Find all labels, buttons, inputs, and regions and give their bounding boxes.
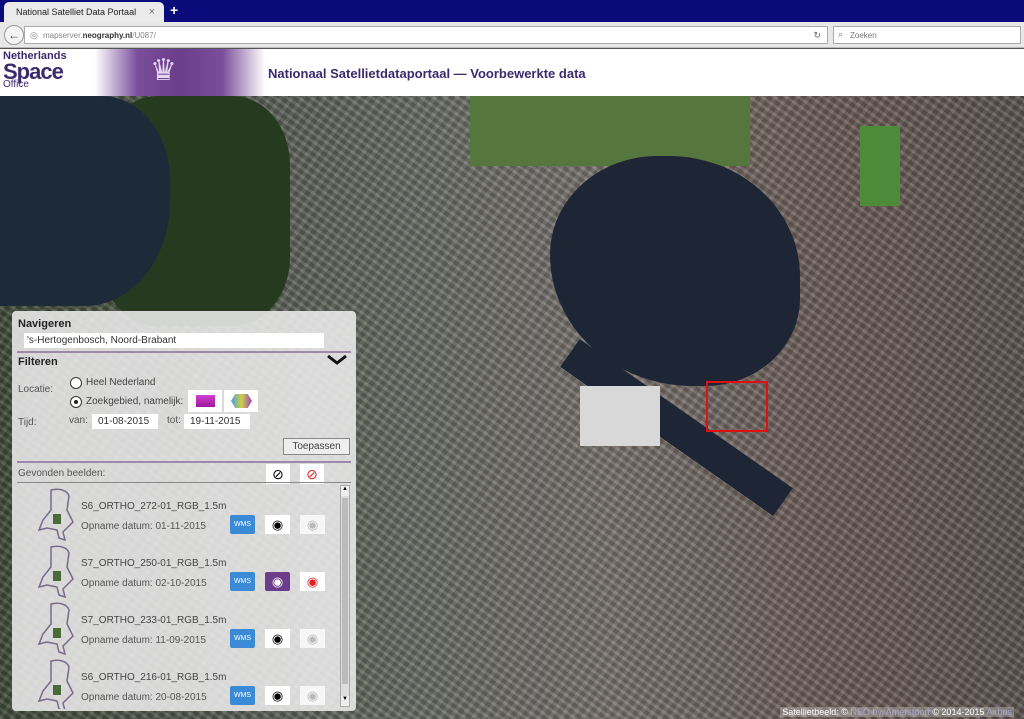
- browser-tab[interactable]: National Satelliet Data Portaal ×: [4, 2, 164, 22]
- results-scrollbar[interactable]: ▲ ▼: [340, 485, 350, 707]
- tab-title: National Satelliet Data Portaal: [16, 7, 137, 17]
- from-label: van:: [69, 415, 88, 426]
- image-date: Opname datum: 01-11-2015: [81, 521, 206, 532]
- from-date-input[interactable]: 01-08-2015: [92, 414, 158, 429]
- netherlands-map-icon: [37, 488, 74, 542]
- eye-icon-selected[interactable]: ◉: [265, 572, 290, 591]
- list-item[interactable]: S6_ORTHO_272-01_RGB_1.5m Opname datum: 0…: [17, 484, 339, 542]
- list-item[interactable]: S6_ORTHO_216-01_RGB_1.5m Opname datum: 2…: [17, 655, 339, 709]
- scrollbar-thumb[interactable]: [342, 498, 348, 684]
- attribution-link[interactable]: NEO bv, Amersfoort: [850, 707, 929, 717]
- royal-crest-banner: ♛: [95, 49, 265, 96]
- url-bar[interactable]: ◎ mapserver.neography.nl/U087/ ↻: [24, 26, 828, 44]
- attribution-text: Satellietbeeld: ©: [782, 707, 848, 717]
- list-item[interactable]: S7_ORTHO_233-01_RGB_1.5m Opname datum: 1…: [17, 598, 339, 656]
- compare-eye-icon[interactable]: ◉: [300, 629, 325, 648]
- compare-eye-icon[interactable]: ◉: [300, 686, 325, 705]
- divider: [17, 461, 351, 463]
- scroll-down-arrow[interactable]: ▼: [341, 696, 349, 706]
- rectangle-icon: [196, 395, 215, 407]
- polygon-icon: [231, 394, 252, 408]
- netherlands-map-icon: [37, 659, 74, 709]
- new-tab-button[interactable]: +: [170, 2, 178, 18]
- netherlands-map-icon: [37, 602, 74, 656]
- attribution-link-2[interactable]: Airbus: [986, 707, 1012, 717]
- page-title: Nationaal Satellietdataportaal — Voorbew…: [268, 66, 586, 81]
- to-label: tot:: [167, 415, 181, 426]
- image-date: Opname datum: 20-08-2015: [81, 692, 207, 703]
- option-zoekgebied[interactable]: Zoekgebied, namelijk:: [86, 396, 183, 407]
- wms-button[interactable]: WMS: [230, 515, 255, 534]
- crest-icon: ♛: [150, 54, 177, 87]
- hide-all-eye-slash-icon[interactable]: ⊘: [266, 464, 290, 484]
- wms-button[interactable]: WMS: [230, 572, 255, 591]
- draw-polygon-tool[interactable]: [224, 390, 258, 412]
- eye-icon[interactable]: ◉: [265, 629, 290, 648]
- reload-icon[interactable]: ↻: [813, 30, 821, 41]
- netherlands-map-icon: [37, 545, 74, 599]
- wms-button[interactable]: WMS: [230, 686, 255, 705]
- browser-tab-bar: National Satelliet Data Portaal × +: [0, 0, 1024, 22]
- divider: [17, 351, 351, 353]
- nso-logo[interactable]: Netherlands Space Office: [3, 51, 67, 90]
- results-list: S6_ORTHO_272-01_RGB_1.5m Opname datum: 0…: [17, 484, 339, 709]
- scroll-up-arrow[interactable]: ▲: [341, 486, 349, 496]
- site-header: Netherlands Space Office ♛ Nationaal Sat…: [0, 49, 1024, 96]
- list-item[interactable]: S7_ORTHO_250-01_RGB_1.5m Opname datum: 0…: [17, 541, 339, 599]
- map-building: [580, 386, 660, 446]
- control-panel: Navigeren Filteren Locatie: Heel Nederla…: [12, 311, 356, 711]
- location-label: Locatie:: [18, 384, 54, 395]
- radio-heel-nederland[interactable]: [70, 377, 82, 389]
- chevron-down-icon[interactable]: [326, 353, 348, 367]
- url-domain: neography.nl: [82, 31, 133, 40]
- navigate-input[interactable]: [24, 333, 324, 348]
- apply-button[interactable]: Toepassen: [283, 438, 350, 455]
- image-name: S6_ORTHO_272-01_RGB_1.5m: [81, 501, 227, 512]
- filter-heading: Filteren: [18, 356, 58, 368]
- url-prefix: mapserver.: [43, 31, 83, 40]
- browser-nav-bar: ← ◎ mapserver.neography.nl/U087/ ↻ ⌕ Zoeken: [0, 22, 1024, 48]
- close-tab-icon[interactable]: ×: [149, 6, 155, 18]
- image-date: Opname datum: 11-09-2015: [81, 635, 206, 646]
- search-placeholder: Zoeken: [850, 31, 877, 40]
- image-name: S7_ORTHO_233-01_RGB_1.5m: [81, 615, 227, 626]
- compare-eye-icon-active[interactable]: ◉: [300, 572, 325, 591]
- map-lake: [0, 96, 170, 306]
- eye-icon[interactable]: ◉: [265, 686, 290, 705]
- globe-icon: ◎: [30, 30, 38, 40]
- url-path: /U087/: [132, 31, 156, 40]
- radio-zoekgebied[interactable]: [70, 396, 82, 408]
- map-field: [470, 96, 750, 166]
- to-date-input[interactable]: 19-11-2015: [184, 414, 250, 429]
- divider: [17, 482, 351, 483]
- option-heel-nederland[interactable]: Heel Nederland: [86, 377, 156, 388]
- search-area-rectangle[interactable]: [706, 381, 768, 432]
- attribution-year: © 2014-2015: [932, 707, 985, 717]
- image-date: Opname datum: 02-10-2015: [81, 578, 207, 589]
- compare-off-icon[interactable]: ⊘: [300, 464, 324, 484]
- image-name: S6_ORTHO_216-01_RGB_1.5m: [81, 672, 227, 683]
- draw-rectangle-tool[interactable]: [188, 390, 222, 412]
- back-button[interactable]: ←: [4, 25, 24, 45]
- wms-button[interactable]: WMS: [230, 629, 255, 648]
- time-label: Tijd:: [18, 417, 37, 428]
- compare-eye-icon[interactable]: ◉: [300, 515, 325, 534]
- browser-search-input[interactable]: ⌕ Zoeken: [833, 26, 1021, 44]
- search-icon: ⌕: [838, 29, 844, 39]
- eye-icon[interactable]: ◉: [265, 515, 290, 534]
- navigate-heading: Navigeren: [18, 318, 72, 330]
- found-images-label: Gevonden beelden:: [18, 468, 106, 479]
- image-name: S7_ORTHO_250-01_RGB_1.5m: [81, 558, 227, 569]
- map-attribution: Satellietbeeld: © NEO bv, Amersfoort © 2…: [780, 707, 1014, 717]
- map-sportsfield: [860, 126, 900, 206]
